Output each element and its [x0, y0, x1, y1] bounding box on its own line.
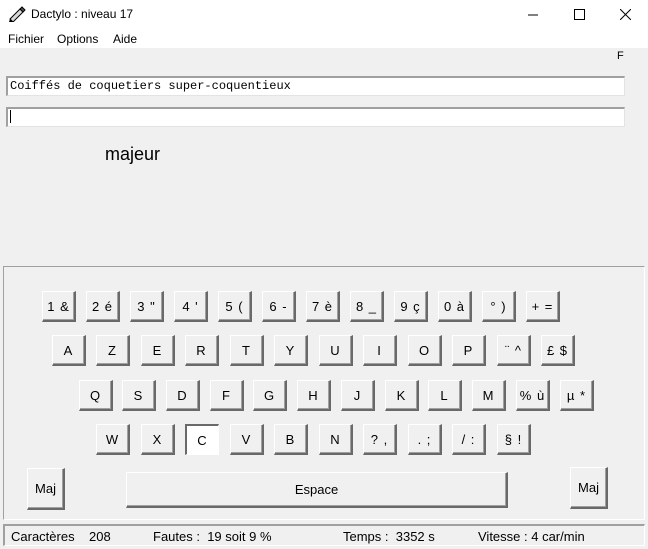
key-plus[interactable]: + =: [526, 291, 560, 322]
key-e[interactable]: E: [141, 335, 175, 366]
close-icon: [619, 9, 631, 20]
key-7[interactable]: 7 è: [306, 291, 340, 322]
key-space[interactable]: Espace: [126, 472, 508, 508]
key-micro[interactable]: µ *: [560, 380, 594, 411]
key-n[interactable]: N: [319, 424, 353, 455]
key-l[interactable]: L: [428, 380, 462, 411]
key-8[interactable]: 8 _: [350, 291, 384, 322]
key-z[interactable]: Z: [96, 335, 130, 366]
key-5[interactable]: 5 (: [218, 291, 252, 322]
menu-bar: Fichier Options Aide: [0, 29, 648, 48]
key-2[interactable]: 2 é: [86, 291, 120, 322]
key-j[interactable]: J: [341, 380, 375, 411]
key-9[interactable]: 9 ç: [394, 291, 428, 322]
maximize-icon: [573, 9, 585, 20]
key-period[interactable]: . ;: [408, 424, 442, 455]
key-c-highlighted[interactable]: C: [185, 424, 219, 455]
key-i[interactable]: I: [363, 335, 397, 366]
key-p[interactable]: P: [452, 335, 486, 366]
key-f[interactable]: F: [210, 380, 244, 411]
finger-hint: majeur: [105, 144, 161, 164]
title-bar[interactable]: Dactylo : niveau 17: [0, 0, 648, 29]
window-title: Dactylo : niveau 17: [31, 7, 134, 21]
menu-fichier[interactable]: Fichier: [8, 32, 44, 46]
key-h[interactable]: H: [297, 380, 331, 411]
status-time: Temps : 3352 s: [343, 529, 435, 544]
key-t[interactable]: T: [230, 335, 264, 366]
key-pound[interactable]: £ $: [541, 335, 575, 366]
key-circumflex[interactable]: ¨ ^: [497, 335, 531, 366]
model-text-field: Coiffés de coquetiers super-coquentieux: [6, 76, 625, 96]
key-4[interactable]: 4 ': [174, 291, 208, 322]
key-s[interactable]: S: [122, 380, 156, 411]
language-flag: F: [617, 50, 624, 62]
status-errors: Fautes : 19 soit 9 %: [153, 529, 272, 544]
key-m[interactable]: M: [472, 380, 506, 411]
text-caret: [10, 110, 11, 124]
key-x[interactable]: X: [141, 424, 175, 455]
key-3[interactable]: 3 ": [130, 291, 164, 322]
key-0[interactable]: 0 à: [438, 291, 472, 322]
key-6[interactable]: 6 -: [262, 291, 296, 322]
status-characters: Caractères 208: [11, 529, 111, 544]
key-k[interactable]: K: [385, 380, 419, 411]
virtual-keyboard: 1 & 2 é 3 " 4 ' 5 ( 6 - 7 è 8 _ 9 ç 0 à …: [3, 266, 645, 520]
key-d[interactable]: D: [166, 380, 200, 411]
key-r[interactable]: R: [185, 335, 219, 366]
key-maj-right[interactable]: Maj: [570, 467, 608, 509]
exercise-area: F Coiffés de coquetiers super-coquentieu…: [0, 48, 648, 266]
key-degree[interactable]: ° ): [482, 291, 516, 322]
key-v[interactable]: V: [230, 424, 264, 455]
maximize-button[interactable]: [556, 0, 602, 29]
key-o[interactable]: O: [408, 335, 442, 366]
key-question[interactable]: ? ,: [363, 424, 397, 455]
key-slash[interactable]: / :: [452, 424, 486, 455]
key-q[interactable]: Q: [79, 380, 113, 411]
model-text: Coiffés de coquetiers super-coquentieux: [10, 79, 291, 93]
key-w[interactable]: W: [96, 424, 130, 455]
key-percent[interactable]: % ù: [516, 380, 550, 411]
key-maj-left[interactable]: Maj: [27, 468, 65, 510]
key-a[interactable]: A: [52, 335, 86, 366]
key-g[interactable]: G: [253, 380, 287, 411]
key-section[interactable]: § !: [497, 424, 531, 455]
close-button[interactable]: [602, 0, 648, 29]
pen-app-icon: [9, 6, 26, 22]
typing-input[interactable]: [6, 107, 625, 127]
key-u[interactable]: U: [319, 335, 353, 366]
key-b[interactable]: B: [274, 424, 308, 455]
minimize-icon: [528, 14, 538, 15]
status-speed: Vitesse : 4 car/min: [478, 529, 585, 544]
minimize-button[interactable]: [510, 0, 556, 29]
status-bar: Caractères 208 Fautes : 19 soit 9 % Temp…: [3, 524, 645, 546]
key-1[interactable]: 1 &: [42, 291, 76, 322]
menu-aide[interactable]: Aide: [113, 32, 137, 46]
menu-options[interactable]: Options: [57, 32, 98, 46]
key-y[interactable]: Y: [274, 335, 308, 366]
